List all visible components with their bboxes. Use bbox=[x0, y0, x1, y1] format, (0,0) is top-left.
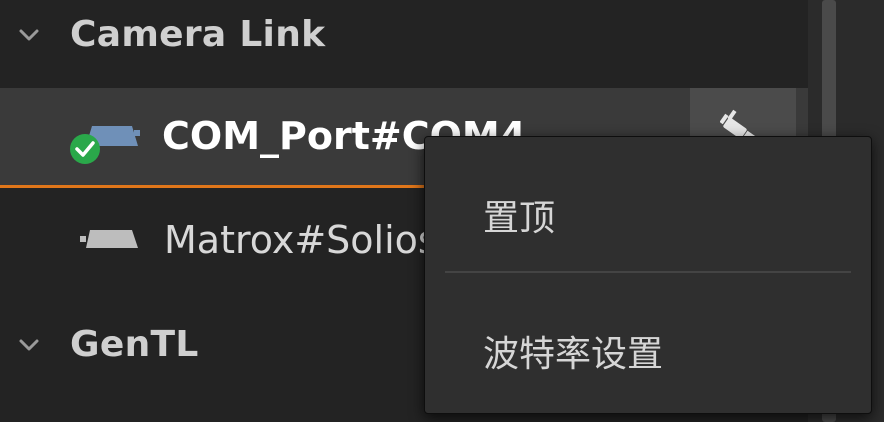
chevron-down-icon[interactable] bbox=[18, 334, 40, 356]
group-label: GenTL bbox=[70, 324, 199, 365]
menu-item-pin-top[interactable]: 置顶 bbox=[425, 149, 871, 269]
menu-separator bbox=[445, 271, 851, 273]
context-menu: 置顶 波特率设置 bbox=[424, 136, 872, 414]
group-label: Camera Link bbox=[70, 14, 326, 55]
group-header-camera-link[interactable]: Camera Link bbox=[0, 2, 808, 72]
check-circle-icon bbox=[70, 134, 100, 164]
camera-link-device-icon bbox=[80, 230, 138, 248]
device-label: Matrox#Solios bbox=[164, 218, 438, 262]
menu-item-label: 波特率设置 bbox=[483, 334, 664, 375]
menu-item-baud-rate[interactable]: 波特率设置 bbox=[425, 289, 871, 409]
chevron-down-icon[interactable] bbox=[18, 24, 40, 46]
menu-item-label: 置顶 bbox=[483, 198, 556, 239]
